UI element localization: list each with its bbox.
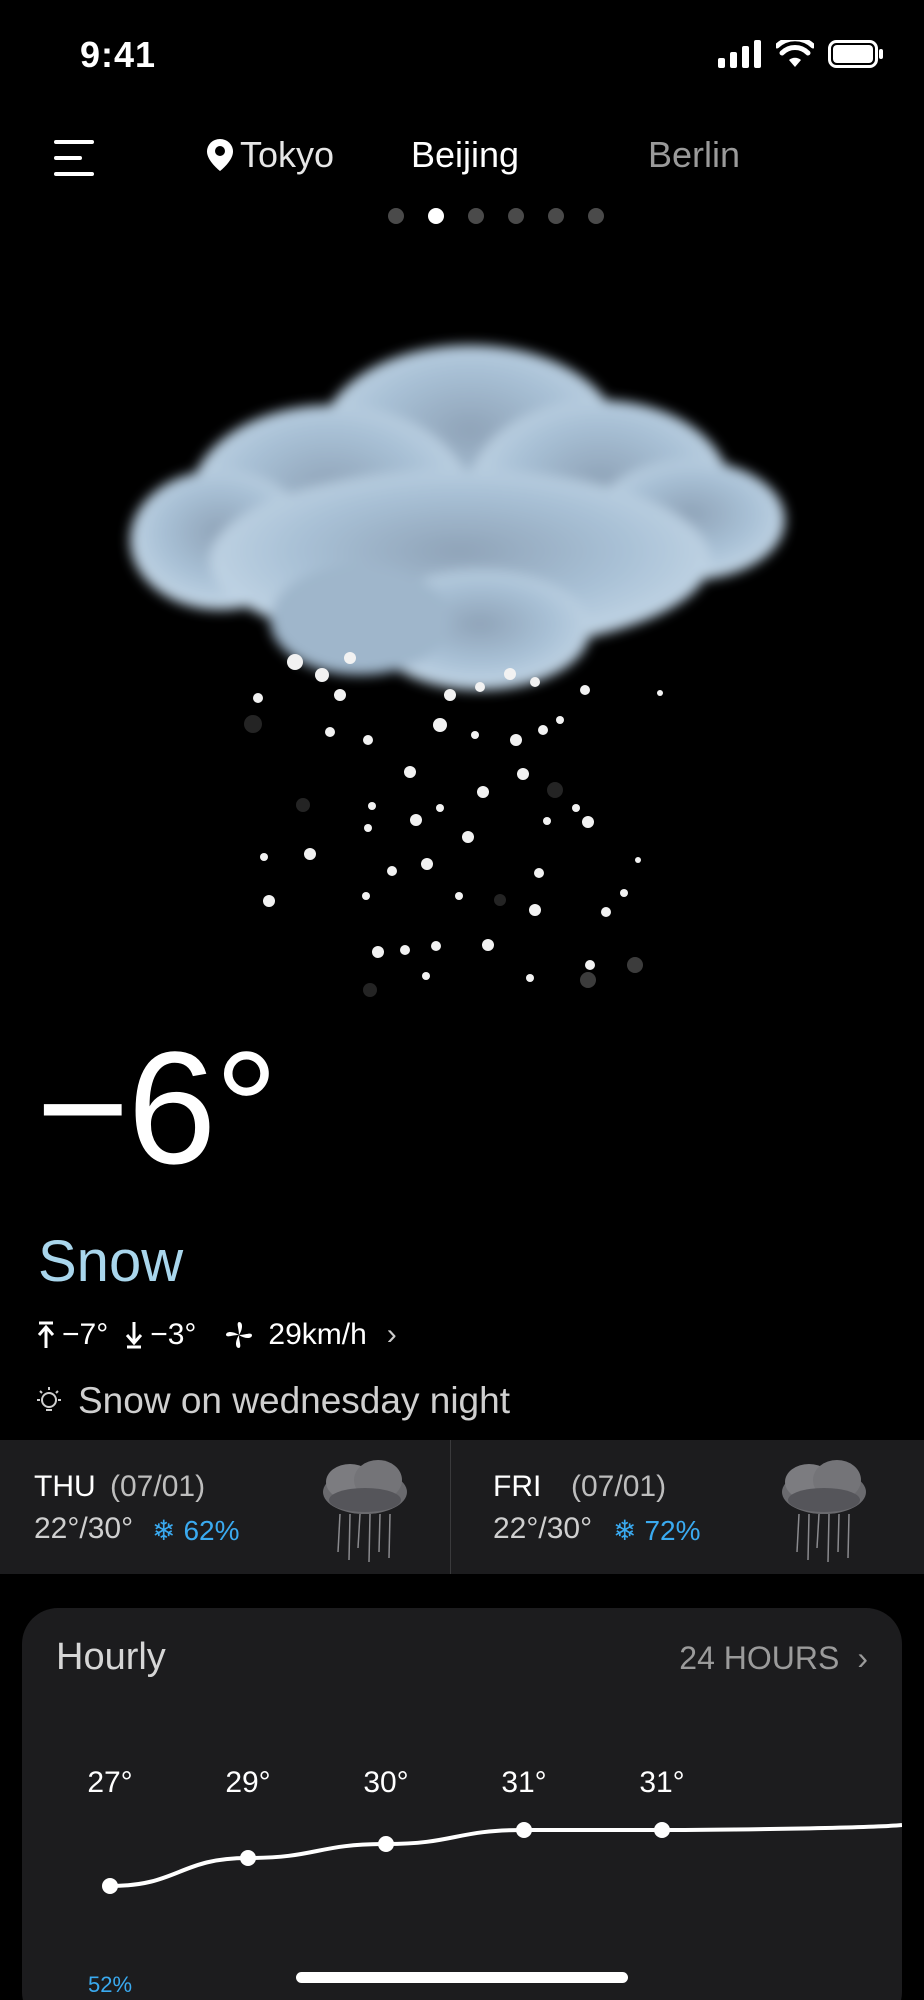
snow-percent: 62% bbox=[183, 1514, 240, 1546]
wind-fan-icon bbox=[226, 1322, 253, 1348]
precipitation-label: 52% bbox=[88, 1972, 132, 1997]
hourly-temp-point bbox=[654, 1822, 670, 1838]
snow-cloud-illustration bbox=[130, 345, 785, 997]
day-date: (07/01) bbox=[110, 1470, 206, 1503]
24-hours-label: 24 HOURS bbox=[679, 1640, 840, 1676]
status-icons bbox=[718, 40, 884, 68]
day-temps: 22°/30° bbox=[493, 1512, 593, 1545]
day-snow-chance: ❄ 62% bbox=[152, 1514, 240, 1547]
hamburger-icon[interactable] bbox=[54, 140, 96, 176]
forecast-note-text: Snow on wednesday night bbox=[78, 1380, 510, 1421]
snow-percent: 72% bbox=[644, 1514, 701, 1546]
hourly-temp-label: 31° bbox=[501, 1766, 546, 1799]
cellular-signal-icon bbox=[718, 40, 761, 68]
location-pin-icon bbox=[207, 139, 233, 171]
weather-details[interactable]: −7° −3° 29km/h › bbox=[36, 1318, 397, 1352]
home-indicator[interactable] bbox=[296, 1972, 628, 1983]
lightbulb-icon bbox=[37, 1387, 61, 1411]
high-temp-arrow-icon bbox=[37, 1321, 55, 1348]
page-dot[interactable] bbox=[548, 208, 564, 224]
hourly-temp-label: 27° bbox=[87, 1766, 132, 1799]
hourly-temp-label: 29° bbox=[225, 1766, 270, 1799]
wifi-icon bbox=[776, 40, 814, 67]
hourly-temp-point bbox=[240, 1850, 256, 1866]
page-dot[interactable] bbox=[468, 208, 484, 224]
hourly-temp-label: 30° bbox=[363, 1766, 408, 1799]
status-time: 9:41 bbox=[80, 34, 157, 75]
city-tab-beijing[interactable]: Beijing bbox=[411, 134, 519, 176]
page-dot[interactable] bbox=[588, 208, 604, 224]
day-snow-chance: ❄ 72% bbox=[613, 1514, 701, 1547]
temperature-line bbox=[109, 1823, 902, 1888]
24-hours-link[interactable]: 24 HOURS › bbox=[679, 1640, 868, 1677]
hourly-temp-label: 31° bbox=[639, 1766, 684, 1799]
current-temperature: −6° bbox=[36, 1018, 278, 1197]
daily-card-fri[interactable]: FRI (07/01) 22°/30° ❄ 72% bbox=[451, 1440, 924, 1574]
low-temp-arrow-icon bbox=[126, 1322, 143, 1349]
thunder-rain-cloud-icon bbox=[323, 1460, 407, 1563]
status-bar: 9:41 bbox=[0, 0, 924, 110]
city-label-tokyo: Tokyo bbox=[240, 134, 335, 175]
city-navigation: Tokyo Beijing Berlin bbox=[0, 120, 924, 200]
chevron-right-icon: › bbox=[857, 1640, 868, 1676]
day-temps: 22°/30° bbox=[34, 1512, 134, 1545]
day-name: THU bbox=[34, 1470, 96, 1503]
daily-forecast-strip: THU (07/01) 22°/30° ❄ 62% FRI (07/01) 22… bbox=[0, 1440, 924, 1574]
thunder-rain-cloud-icon bbox=[782, 1460, 866, 1563]
high-temperature: −7° bbox=[62, 1318, 109, 1351]
hourly-temp-point bbox=[102, 1878, 118, 1894]
day-date: (07/01) bbox=[571, 1470, 667, 1503]
page-dot-active[interactable] bbox=[428, 208, 444, 224]
current-condition: Snow bbox=[38, 1229, 184, 1294]
low-temperature: −3° bbox=[150, 1318, 197, 1351]
city-tab-tokyo[interactable]: Tokyo bbox=[206, 134, 334, 176]
day-name: FRI bbox=[493, 1470, 542, 1503]
wind-speed: 29km/h bbox=[268, 1318, 367, 1351]
hourly-temp-point bbox=[516, 1822, 532, 1838]
hourly-card: Hourly 24 HOURS › 27° 29° 30° 31° 31° 52% bbox=[22, 1608, 902, 2000]
city-tab-berlin[interactable]: Berlin bbox=[648, 134, 740, 176]
forecast-note: Snow on wednesday night bbox=[34, 1380, 510, 1422]
hourly-temperature-chart: 27° 29° 30° 31° 31° 52% bbox=[87, 1766, 902, 1997]
page-indicator[interactable] bbox=[388, 208, 604, 224]
hourly-temp-point bbox=[378, 1836, 394, 1852]
page-dot[interactable] bbox=[508, 208, 524, 224]
snowflake-icon: ❄ bbox=[152, 1515, 176, 1546]
battery-icon bbox=[828, 40, 883, 68]
daily-card-thu[interactable]: THU (07/01) 22°/30° ❄ 62% bbox=[0, 1440, 450, 1574]
chevron-right-icon: › bbox=[386, 1318, 397, 1351]
page-dot[interactable] bbox=[388, 208, 404, 224]
hourly-title: Hourly bbox=[56, 1636, 166, 1678]
snowflake-icon: ❄ bbox=[613, 1515, 637, 1546]
